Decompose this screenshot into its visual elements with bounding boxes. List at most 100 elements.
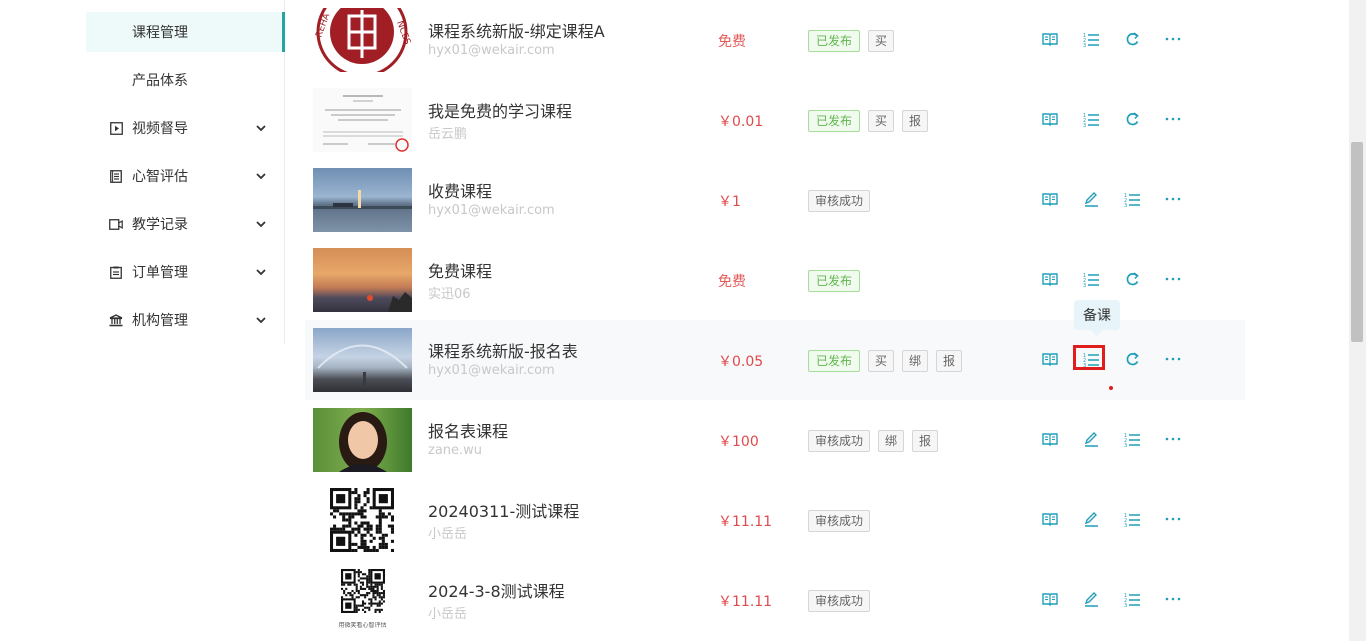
- course-title[interactable]: 课程系统新版-绑定课程A: [428, 18, 605, 42]
- buy-badge: 买: [868, 350, 895, 372]
- sidebar: 课程管理 产品体系 视频督导 心智评估 教学记录 订单管理 机构管理: [86, 0, 285, 344]
- svg-text:3: 3: [1083, 43, 1086, 47]
- course-row[interactable]: 我是免费的学习课程 岳云鹏 ￥0.01 已发布 买 报 123: [305, 80, 1245, 160]
- book-icon[interactable]: [1041, 430, 1059, 448]
- bind-badge: 绑: [878, 430, 905, 452]
- course-author: hyx01@wekair.com: [428, 43, 555, 58]
- sidebar-item-label: 产品体系: [132, 73, 188, 89]
- status-badge: 审核成功: [808, 190, 871, 212]
- svg-text:3: 3: [1124, 443, 1127, 447]
- edit-icon[interactable]: [1082, 430, 1100, 448]
- status-badge: 已发布: [808, 110, 861, 132]
- list-icon[interactable]: 123: [1123, 190, 1141, 208]
- signup-badge: 报: [912, 430, 939, 452]
- refresh-icon[interactable]: [1123, 270, 1141, 288]
- play-square-icon: [109, 121, 123, 135]
- more-icon[interactable]: [1164, 270, 1182, 288]
- more-icon[interactable]: [1164, 430, 1182, 448]
- course-row[interactable]: 20240311-测试课程 小岳岳 ￥11.11 审核成功 123: [305, 480, 1245, 560]
- course-thumbnail[interactable]: [313, 408, 412, 472]
- course-title[interactable]: 报名表课程: [428, 418, 508, 442]
- sidebar-item-teaching-records[interactable]: 教学记录: [86, 204, 284, 244]
- chevron-down-icon: [256, 171, 266, 181]
- sidebar-item-label: 机构管理: [132, 313, 188, 329]
- refresh-icon[interactable]: [1123, 110, 1141, 128]
- edit-icon[interactable]: [1082, 510, 1100, 528]
- course-price: ￥1: [718, 194, 741, 210]
- list-icon[interactable]: 123: [1082, 270, 1100, 288]
- book-icon[interactable]: [1041, 30, 1059, 48]
- cursor-dot: [1109, 386, 1113, 390]
- course-thumbnail[interactable]: 用微笑看心智评估: [313, 568, 412, 632]
- more-icon[interactable]: [1164, 510, 1182, 528]
- edit-icon[interactable]: [1082, 190, 1100, 208]
- list-icon[interactable]: 123: [1082, 30, 1100, 48]
- course-row[interactable]: 用微笑看心智评估 2024-3-8测试课程 小岳岳 ￥11.11 审核成功 12…: [305, 560, 1245, 640]
- book-icon[interactable]: [1041, 270, 1059, 288]
- more-icon[interactable]: [1164, 190, 1182, 208]
- course-author: zane.wu: [428, 443, 483, 458]
- status-badge: 审核成功: [808, 510, 871, 532]
- course-price: ￥100: [718, 434, 759, 450]
- course-title[interactable]: 收费课程: [428, 178, 492, 202]
- sidebar-item-order-management[interactable]: 订单管理: [86, 252, 284, 292]
- sidebar-item-label: 心智评估: [132, 169, 188, 185]
- chevron-down-icon: [256, 123, 266, 133]
- list-icon[interactable]: 123: [1123, 590, 1141, 608]
- signup-badge: 报: [936, 350, 963, 372]
- course-thumbnail[interactable]: [313, 168, 412, 232]
- course-thumbnail[interactable]: [313, 88, 412, 152]
- highlight-box: [1073, 345, 1105, 370]
- more-icon[interactable]: [1164, 590, 1182, 608]
- list-icon[interactable]: 123: [1082, 110, 1100, 128]
- course-row[interactable]: REHA NCES 课程系统新版-绑定课程A hyx01@wekair.com …: [305, 0, 1245, 80]
- course-title[interactable]: 2024-3-8测试课程: [428, 578, 565, 602]
- course-title[interactable]: 我是免费的学习课程: [428, 98, 572, 122]
- sidebar-item-mind-assessment[interactable]: 心智评估: [86, 156, 284, 196]
- course-row[interactable]: 收费课程 hyx01@wekair.com ￥1 审核成功 123: [305, 160, 1245, 240]
- list-square-icon: [109, 169, 123, 183]
- list-icon[interactable]: 123: [1123, 510, 1141, 528]
- list-icon[interactable]: 123: [1123, 430, 1141, 448]
- sidebar-item-video-supervision[interactable]: 视频督导: [86, 108, 284, 148]
- course-price: ￥11.11: [718, 514, 773, 530]
- svg-text:3: 3: [1083, 283, 1086, 287]
- course-price: ￥0.05: [718, 354, 764, 370]
- scrollbar-thumb[interactable]: [1351, 142, 1363, 342]
- more-icon[interactable]: [1164, 30, 1182, 48]
- refresh-icon[interactable]: [1123, 350, 1141, 368]
- course-author: 小岳岳: [428, 527, 468, 542]
- sidebar-item-product-system[interactable]: 产品体系: [86, 60, 284, 100]
- course-price: 免费: [718, 274, 746, 290]
- sidebar-item-label: 课程管理: [132, 25, 188, 41]
- course-author: hyx01@wekair.com: [428, 363, 555, 378]
- book-icon[interactable]: [1041, 110, 1059, 128]
- sidebar-item-course-management[interactable]: 课程管理: [86, 12, 285, 52]
- course-thumbnail[interactable]: REHA NCES: [313, 8, 412, 72]
- institution-icon: [109, 313, 123, 327]
- book-icon[interactable]: [1041, 510, 1059, 528]
- course-thumbnail[interactable]: [313, 248, 412, 312]
- sidebar-item-institution-management[interactable]: 机构管理: [86, 300, 284, 340]
- course-title[interactable]: 课程系统新版-报名表: [428, 338, 578, 362]
- refresh-icon[interactable]: [1123, 30, 1141, 48]
- chevron-down-icon: [256, 267, 266, 277]
- course-price: ￥11.11: [718, 594, 773, 610]
- course-price: ￥0.01: [718, 114, 764, 130]
- course-row[interactable]: 报名表课程 zane.wu ￥100 审核成功 绑 报 123: [305, 400, 1245, 480]
- course-title[interactable]: 免费课程: [428, 258, 492, 282]
- edit-icon[interactable]: [1082, 590, 1100, 608]
- book-icon[interactable]: [1041, 590, 1059, 608]
- svg-text:3: 3: [1124, 203, 1127, 207]
- status-badge: 已发布: [808, 30, 861, 52]
- more-icon[interactable]: [1164, 350, 1182, 368]
- clipboard-icon: [109, 265, 123, 279]
- course-thumbnail[interactable]: [313, 328, 412, 392]
- book-icon[interactable]: [1041, 190, 1059, 208]
- course-author: hyx01@wekair.com: [428, 203, 555, 218]
- svg-text:3: 3: [1083, 123, 1086, 127]
- book-icon[interactable]: [1041, 350, 1059, 368]
- course-thumbnail[interactable]: [313, 488, 412, 552]
- course-title[interactable]: 20240311-测试课程: [428, 498, 579, 522]
- more-icon[interactable]: [1164, 110, 1182, 128]
